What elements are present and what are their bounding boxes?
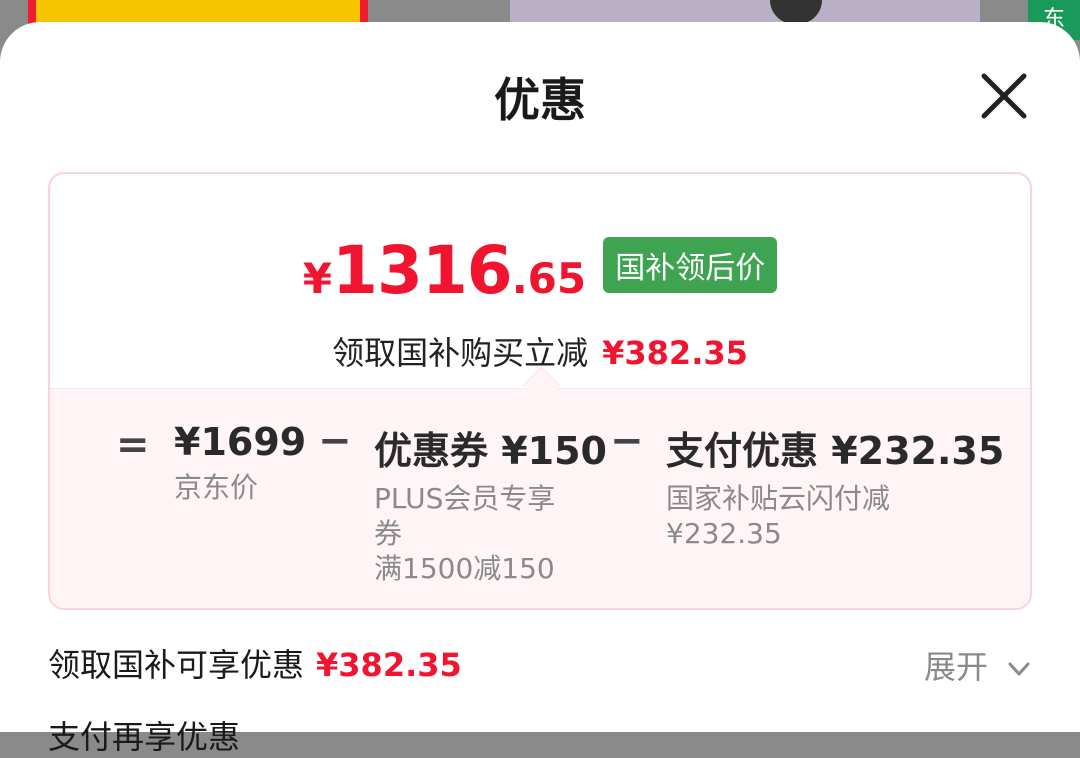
- coupon-desc-2: 券: [374, 517, 403, 550]
- base-price-item: ¥1699 京东价: [174, 420, 306, 505]
- final-price: ¥1316.65: [302, 232, 587, 309]
- subsidy-row-label: 领取国补可享优惠: [48, 646, 305, 684]
- base-price-label: 京东价: [174, 471, 259, 504]
- minus-sign: −: [610, 418, 644, 464]
- savings-amount: ¥382.35: [602, 334, 748, 372]
- equals-sign: =: [116, 422, 150, 468]
- savings-label: 领取国补购买立减: [332, 334, 589, 372]
- payment-desc-2: ¥232.35: [666, 517, 782, 550]
- expand-label: 展开: [924, 648, 989, 686]
- close-button[interactable]: [976, 68, 1032, 124]
- payment-extra-row-label: 支付再享优惠: [48, 718, 241, 756]
- base-price-value: ¥1699: [174, 420, 307, 464]
- coupon-desc-1: PLUS会员专享: [374, 482, 556, 515]
- final-price-line: ¥1316.65 国补领后价: [50, 232, 1030, 309]
- coupon-item: 优惠券 ¥150 PLUS会员专享 券 满1500减150: [374, 420, 607, 586]
- price-breakdown-card: ¥1316.65 国补领后价 领取国补购买立减 ¥382.35 = ¥1699 京…: [48, 172, 1032, 610]
- coupon-value: 优惠券 ¥150: [374, 429, 607, 473]
- payment-discount-item: 支付优惠 ¥232.35 国家补贴云闪付减 ¥232.35: [666, 420, 1004, 551]
- subsidy-price-badge: 国补领后价: [603, 236, 778, 293]
- close-icon: [981, 73, 1027, 119]
- sheet-title: 优惠: [494, 73, 586, 127]
- coupon-desc-3: 满1500减150: [374, 552, 555, 585]
- discount-sheet: 优惠 ¥1316.65 国补领后价 领取国补购买立减 ¥382.35 = ¥169…: [0, 22, 1080, 756]
- minus-sign: −: [318, 418, 352, 464]
- subsidy-row: 领取国补可享优惠 ¥382.35: [48, 640, 462, 686]
- payment-desc-1: 国家补贴云闪付减: [666, 482, 891, 515]
- subsidy-row-amount: ¥382.35: [316, 646, 462, 684]
- payment-discount-value: 支付优惠 ¥232.35: [666, 429, 1005, 473]
- chevron-down-icon: [1008, 662, 1030, 676]
- expand-button[interactable]: 展开: [924, 642, 1032, 688]
